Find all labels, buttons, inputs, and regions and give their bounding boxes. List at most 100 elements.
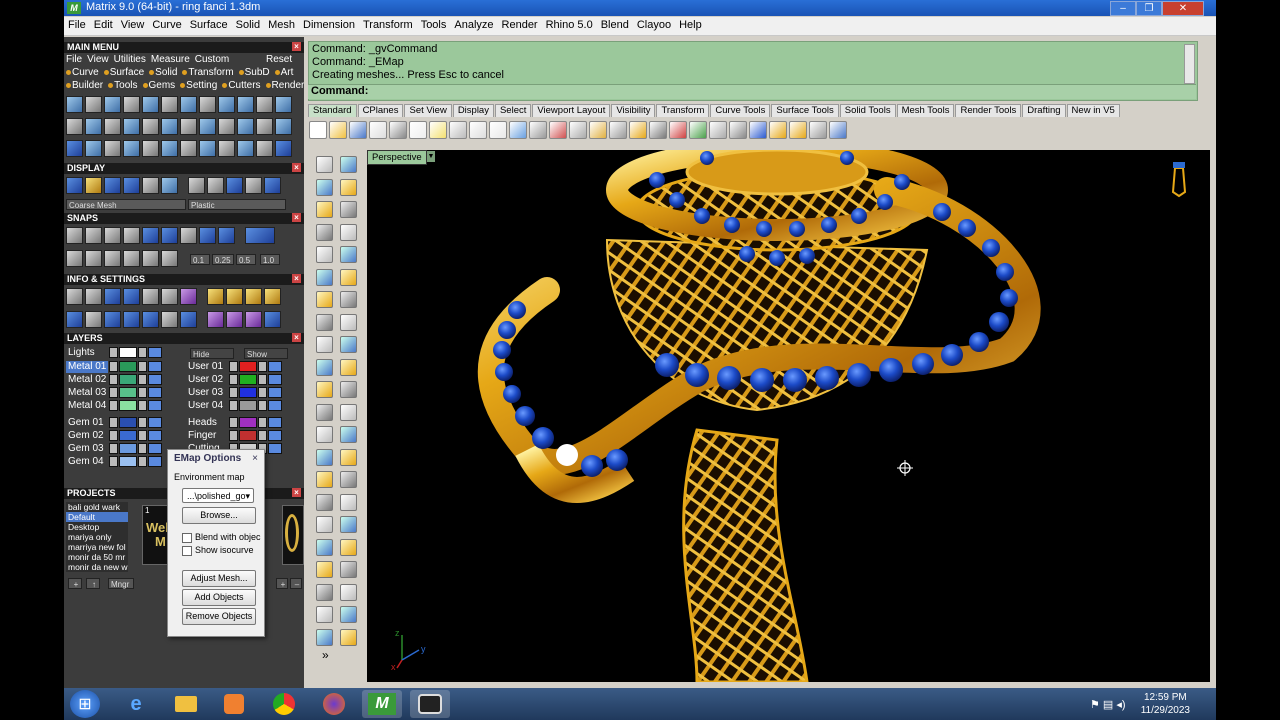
display-icon[interactable] xyxy=(245,177,262,194)
info-icon[interactable] xyxy=(161,311,178,328)
info-icon[interactable] xyxy=(142,311,159,328)
tray-icons[interactable]: ⚑ ▤ ◂) xyxy=(1090,698,1126,711)
close-icon[interactable]: × xyxy=(292,274,301,283)
layer-toggle-icon[interactable] xyxy=(148,443,162,454)
mm-solid[interactable]: Solid xyxy=(155,67,177,78)
layer-toggle-icon[interactable] xyxy=(268,387,282,398)
add-project-button[interactable]: + xyxy=(68,578,82,589)
layer-visible-icon[interactable] xyxy=(138,430,147,441)
mm-gems[interactable]: Gems xyxy=(149,80,176,91)
minimize-button[interactable]: – xyxy=(1110,1,1136,16)
layer-row[interactable]: User 03 xyxy=(186,387,282,400)
menu-render[interactable]: Render xyxy=(498,17,542,31)
tab-transform[interactable]: Transform xyxy=(656,104,710,117)
vertical-tool-icon[interactable] xyxy=(340,583,357,601)
layer-row[interactable]: Gem 01 xyxy=(66,417,162,430)
info-icon[interactable] xyxy=(207,288,224,305)
tool-icon[interactable] xyxy=(199,118,216,135)
display-icon[interactable] xyxy=(85,177,102,194)
tool-icon[interactable] xyxy=(275,118,292,135)
add-objects-button[interactable]: Add Objects xyxy=(182,589,256,606)
project-list-item[interactable]: Default xyxy=(66,512,128,522)
toolbar-icon[interactable] xyxy=(689,121,707,139)
info-icon[interactable] xyxy=(245,311,262,328)
vertical-tool-icon[interactable] xyxy=(340,426,357,443)
layer-lock-icon[interactable] xyxy=(229,430,238,441)
display-icon[interactable] xyxy=(264,177,281,194)
tab-viewport-layout[interactable]: Viewport Layout xyxy=(532,104,611,117)
info-icon[interactable] xyxy=(264,288,281,305)
vertical-tool-icon[interactable] xyxy=(316,246,333,263)
manager-button[interactable]: Mngr xyxy=(108,578,134,589)
info-icon[interactable] xyxy=(264,311,281,328)
layer-visible-icon[interactable] xyxy=(138,417,147,428)
menu-surface[interactable]: Surface xyxy=(186,17,232,31)
info-icon[interactable] xyxy=(245,288,262,305)
layer-lock-icon[interactable] xyxy=(109,374,118,385)
info-icon[interactable] xyxy=(207,311,224,328)
matrix-app-icon[interactable]: M xyxy=(362,690,402,718)
snap-icon[interactable] xyxy=(218,227,235,244)
toolbar-icon[interactable] xyxy=(329,121,347,139)
emap-close-button[interactable]: × xyxy=(252,450,258,468)
layer-visible-icon[interactable] xyxy=(138,387,147,398)
tab-solid-tools[interactable]: Solid Tools xyxy=(839,104,896,117)
layer-visible-icon[interactable] xyxy=(258,417,267,428)
tab-mesh-tools[interactable]: Mesh Tools xyxy=(896,104,955,117)
layer-toggle-icon[interactable] xyxy=(148,417,162,428)
layer-lock-icon[interactable] xyxy=(109,387,118,398)
vertical-tool-icon[interactable] xyxy=(316,471,333,488)
tool-icon[interactable] xyxy=(275,96,292,113)
close-icon[interactable]: × xyxy=(292,333,301,342)
up-project-button[interactable]: ↑ xyxy=(86,578,100,589)
vertical-tool-icon[interactable] xyxy=(340,606,357,623)
toolbar-icon[interactable] xyxy=(389,121,407,139)
layer-row-lights[interactable]: Lights xyxy=(66,347,162,360)
layer-color-swatch[interactable] xyxy=(119,443,137,454)
layer-toggle-icon[interactable] xyxy=(268,361,282,372)
info-icon[interactable] xyxy=(85,311,102,328)
info-icon[interactable] xyxy=(142,288,159,305)
isocurve-checkbox[interactable]: Show isocurve xyxy=(182,545,254,556)
menu-view[interactable]: View xyxy=(117,17,149,31)
vertical-tool-icon[interactable] xyxy=(316,516,333,533)
mm-utilities[interactable]: Utilities xyxy=(114,54,146,65)
material-select[interactable]: Plastic xyxy=(188,199,286,210)
toolbar-icon[interactable] xyxy=(469,121,487,139)
toolbar-icon[interactable] xyxy=(629,121,647,139)
vertical-tool-icon[interactable] xyxy=(340,336,357,353)
mm-tools[interactable]: Tools xyxy=(114,80,137,91)
vertical-tool-icon[interactable] xyxy=(340,381,357,398)
vertical-tool-icon[interactable] xyxy=(316,561,333,578)
hide-button[interactable]: Hide xyxy=(190,348,234,359)
layer-color-swatch[interactable] xyxy=(239,430,257,441)
layer-lock-icon[interactable] xyxy=(109,430,118,441)
info-icon[interactable] xyxy=(226,288,243,305)
toolbar-icon[interactable] xyxy=(829,121,847,139)
snap-icon[interactable] xyxy=(85,227,102,244)
tool-icon[interactable] xyxy=(180,96,197,113)
vertical-tool-icon[interactable] xyxy=(340,178,357,196)
layer-row[interactable]: User 04 xyxy=(186,400,282,413)
vertical-tool-icon[interactable] xyxy=(316,583,333,601)
tool-icon[interactable] xyxy=(85,96,102,113)
layer-row[interactable]: Gem 03 xyxy=(66,443,162,456)
toolbar-icon[interactable] xyxy=(529,121,547,139)
vertical-tool-icon[interactable] xyxy=(316,156,333,173)
vertical-tool-icon[interactable] xyxy=(316,628,333,646)
vertical-tool-icon[interactable] xyxy=(316,403,333,421)
toolbar-icon[interactable] xyxy=(349,121,367,139)
toolbar-icon[interactable] xyxy=(569,121,587,139)
toolbar-icon[interactable] xyxy=(609,121,627,139)
taskbar-clock[interactable]: 12:59 PM 11/29/2023 xyxy=(1141,691,1190,717)
more-tools-button[interactable]: » xyxy=(322,648,329,662)
tool-icon[interactable] xyxy=(85,118,102,135)
layer-color-swatch[interactable] xyxy=(119,430,137,441)
project-nav-icon[interactable]: + xyxy=(276,578,288,589)
snap-value-4[interactable]: 1.0 xyxy=(260,254,280,265)
project-list-item[interactable]: monir da 50 mr xyxy=(66,552,128,562)
tool-icon[interactable] xyxy=(275,140,292,157)
viewport-title-tab[interactable]: Perspective xyxy=(367,150,427,165)
tool-icon[interactable] xyxy=(104,96,121,113)
tool-icon[interactable] xyxy=(123,96,140,113)
